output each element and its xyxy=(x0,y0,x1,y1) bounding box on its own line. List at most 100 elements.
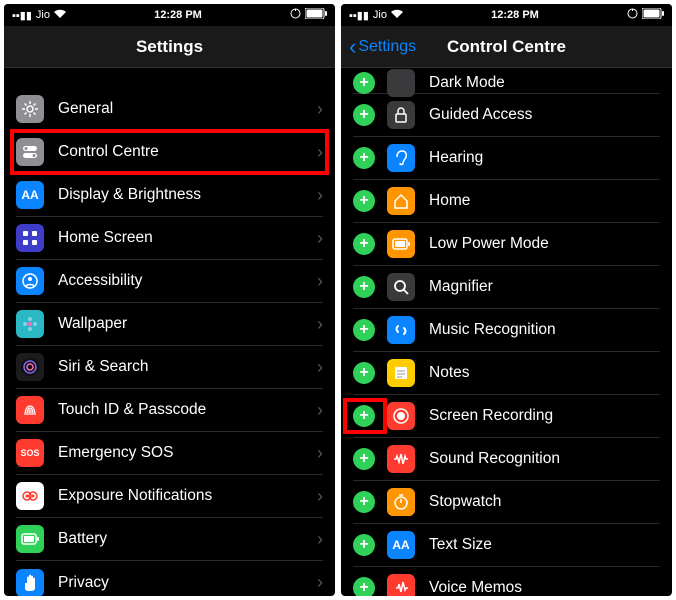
control-centre-list: + Dark Mode + Guided Access + Hearing + Home + Lo… xyxy=(341,68,672,596)
chevron-right-icon: › xyxy=(317,99,323,120)
row-label: Screen Recording xyxy=(429,407,660,425)
add-button[interactable]: + xyxy=(353,448,375,470)
add-button[interactable]: + xyxy=(353,534,375,556)
carrier-label: Jio xyxy=(373,9,387,21)
settings-row-exposure-notifications[interactable]: Exposure Notifications› xyxy=(16,475,323,518)
row-label: Guided Access xyxy=(429,106,660,124)
chevron-right-icon: › xyxy=(317,400,323,421)
back-button[interactable]: ‹ Settings xyxy=(349,36,416,58)
page-title: Control Centre xyxy=(447,37,566,57)
row-label: Siri & Search xyxy=(58,358,317,376)
settings-row-wallpaper[interactable]: Wallpaper› xyxy=(16,303,323,346)
stopwatch-icon xyxy=(387,488,415,516)
settings-row-control-centre[interactable]: Control Centre› xyxy=(16,131,323,174)
battery-icon xyxy=(305,8,327,22)
chevron-right-icon: › xyxy=(317,443,323,464)
signal-icon: ▪▪▮▮ xyxy=(349,9,369,22)
chevron-right-icon: › xyxy=(317,185,323,206)
row-label: Text Size xyxy=(429,536,660,554)
add-button[interactable]: + xyxy=(353,319,375,341)
hand-icon xyxy=(16,569,44,597)
row-label: Sound Recognition xyxy=(429,450,660,468)
control-row-home[interactable]: + Home xyxy=(353,180,660,223)
phone-settings: ▪▪▮▮ Jio 12:28 PM Settings General›Contr… xyxy=(4,4,335,596)
row-label: Dark Mode xyxy=(429,74,660,92)
add-button[interactable]: + xyxy=(353,577,375,596)
control-row-text-size[interactable]: +AAText Size xyxy=(353,524,660,567)
row-label: Magnifier xyxy=(429,278,660,296)
magnifier-icon xyxy=(387,273,415,301)
chevron-right-icon: › xyxy=(317,314,323,335)
row-label: Low Power Mode xyxy=(429,235,660,253)
settings-row-battery[interactable]: Battery› xyxy=(16,518,323,561)
control-row-low-power-mode[interactable]: + Low Power Mode xyxy=(353,223,660,266)
add-button[interactable]: + xyxy=(353,276,375,298)
chevron-right-icon: › xyxy=(317,228,323,249)
phone-control-centre: ▪▪▮▮ Jio 12:28 PM ‹ Settings Control Cen… xyxy=(341,4,672,596)
control-row-hearing[interactable]: + Hearing xyxy=(353,137,660,180)
nav-header: Settings xyxy=(4,26,335,68)
row-label: Home Screen xyxy=(58,229,317,247)
add-button[interactable]: + xyxy=(353,190,375,212)
add-button[interactable]: + xyxy=(353,491,375,513)
row-label: Voice Memos xyxy=(429,579,660,596)
grid-icon xyxy=(16,224,44,252)
add-button[interactable]: + xyxy=(353,405,375,427)
control-row-dark-mode[interactable]: + Dark Mode xyxy=(353,72,660,94)
settings-row-accessibility[interactable]: Accessibility› xyxy=(16,260,323,303)
add-button[interactable]: + xyxy=(353,72,375,94)
add-button[interactable]: + xyxy=(353,362,375,384)
row-label: Emergency SOS xyxy=(58,444,317,462)
chevron-left-icon: ‹ xyxy=(349,36,356,58)
siri-icon xyxy=(16,353,44,381)
battery-icon xyxy=(387,230,415,258)
control-row-magnifier[interactable]: + Magnifier xyxy=(353,266,660,309)
add-button[interactable]: + xyxy=(353,147,375,169)
row-label: Home xyxy=(429,192,660,210)
control-row-sound-recognition[interactable]: + Sound Recognition xyxy=(353,438,660,481)
ear-icon xyxy=(387,144,415,172)
settings-row-emergency-sos[interactable]: SOSEmergency SOS› xyxy=(16,432,323,475)
add-button[interactable]: + xyxy=(353,233,375,255)
shazam-icon xyxy=(387,316,415,344)
control-row-music-recognition[interactable]: +Music Recognition xyxy=(353,309,660,352)
chevron-right-icon: › xyxy=(317,529,323,550)
control-row-guided-access[interactable]: + Guided Access xyxy=(353,94,660,137)
row-label: Display & Brightness xyxy=(58,186,317,204)
record-icon xyxy=(387,402,415,430)
back-label: Settings xyxy=(358,38,416,56)
nav-header: ‹ Settings Control Centre xyxy=(341,26,672,68)
control-row-voice-memos[interactable]: + Voice Memos xyxy=(353,567,660,596)
chevron-right-icon: › xyxy=(317,357,323,378)
settings-row-general[interactable]: General› xyxy=(16,88,323,131)
status-bar: ▪▪▮▮ Jio 12:28 PM xyxy=(4,4,335,26)
chevron-right-icon: › xyxy=(317,142,323,163)
row-label: Privacy xyxy=(58,574,317,592)
row-label: Hearing xyxy=(429,149,660,167)
settings-row-siri-search[interactable]: Siri & Search› xyxy=(16,346,323,389)
wave-icon xyxy=(387,445,415,473)
settings-row-touch-id-passcode[interactable]: Touch ID & Passcode› xyxy=(16,389,323,432)
home-icon xyxy=(387,187,415,215)
chevron-right-icon: › xyxy=(317,271,323,292)
row-label: Battery xyxy=(58,530,317,548)
clock: 12:28 PM xyxy=(154,9,202,21)
control-row-screen-recording[interactable]: + Screen Recording xyxy=(353,395,660,438)
row-label: Wallpaper xyxy=(58,315,317,333)
row-label: Notes xyxy=(429,364,660,382)
settings-row-privacy[interactable]: Privacy› xyxy=(16,561,323,596)
settings-list: General›Control Centre›AADisplay & Brigh… xyxy=(4,68,335,596)
row-label: General xyxy=(58,100,317,118)
settings-row-display-brightness[interactable]: AADisplay & Brightness› xyxy=(16,174,323,217)
control-row-stopwatch[interactable]: +Stopwatch xyxy=(353,481,660,524)
chevron-right-icon: › xyxy=(317,486,323,507)
row-label: Exposure Notifications xyxy=(58,487,317,505)
add-button[interactable]: + xyxy=(353,104,375,126)
battery-icon xyxy=(642,8,664,22)
control-row-notes[interactable]: + Notes xyxy=(353,352,660,395)
wifi-icon xyxy=(391,9,403,21)
settings-row-home-screen[interactable]: Home Screen› xyxy=(16,217,323,260)
page-title: Settings xyxy=(136,37,203,57)
voice-icon xyxy=(387,574,415,596)
signal-icon: ▪▪▮▮ xyxy=(12,9,32,22)
